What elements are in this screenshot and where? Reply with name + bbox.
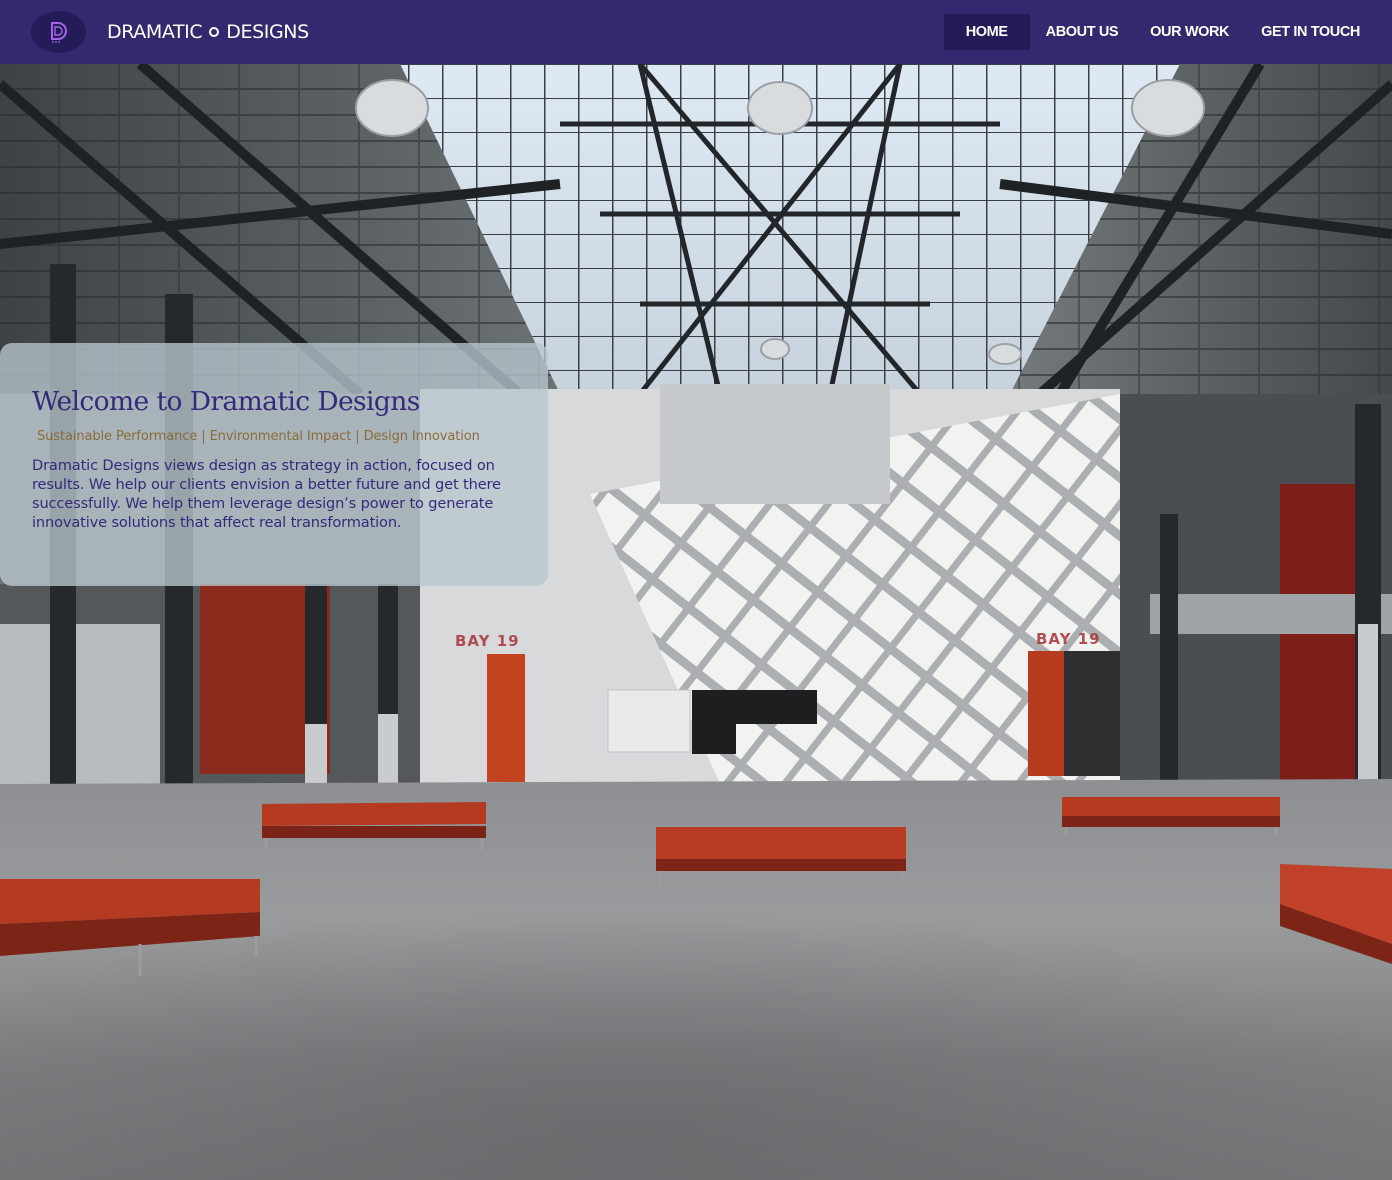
- hero-title: Welcome to Dramatic Designs: [32, 386, 420, 417]
- welcome-card: Welcome to Dramatic Designs Sustainable …: [0, 343, 548, 586]
- logo-d-icon: [50, 22, 67, 43]
- brand-circle-icon: [209, 27, 220, 37]
- hero-background-image: BAY 19 BAY 19: [0, 64, 1392, 1180]
- logo[interactable]: [31, 11, 86, 53]
- nav-about-us[interactable]: ABOUT US: [1030, 14, 1135, 50]
- bay-sign-right: BAY 19: [1036, 630, 1101, 648]
- nav-home[interactable]: HOME: [943, 14, 1030, 50]
- nav-our-work[interactable]: OUR WORK: [1134, 14, 1245, 50]
- bay-sign-left: BAY 19: [455, 632, 520, 650]
- hero-tagline: Sustainable Performance | Environmental …: [37, 429, 480, 444]
- main-nav: HOME ABOUT US OUR WORK GET IN TOUCH: [943, 14, 1376, 50]
- industrial-hall-illustration: [0, 64, 1392, 1180]
- brand-name-left: DRAMATIC: [107, 21, 203, 43]
- nav-get-in-touch[interactable]: GET IN TOUCH: [1245, 14, 1376, 50]
- hero-description: Dramatic Designs views design as strateg…: [32, 457, 501, 531]
- brand-name-right: DESIGNS: [226, 21, 309, 43]
- brand-name[interactable]: DRAMATIC DESIGNS: [107, 19, 309, 45]
- site-header: DRAMATIC DESIGNS HOME ABOUT US OUR WORK …: [0, 0, 1392, 64]
